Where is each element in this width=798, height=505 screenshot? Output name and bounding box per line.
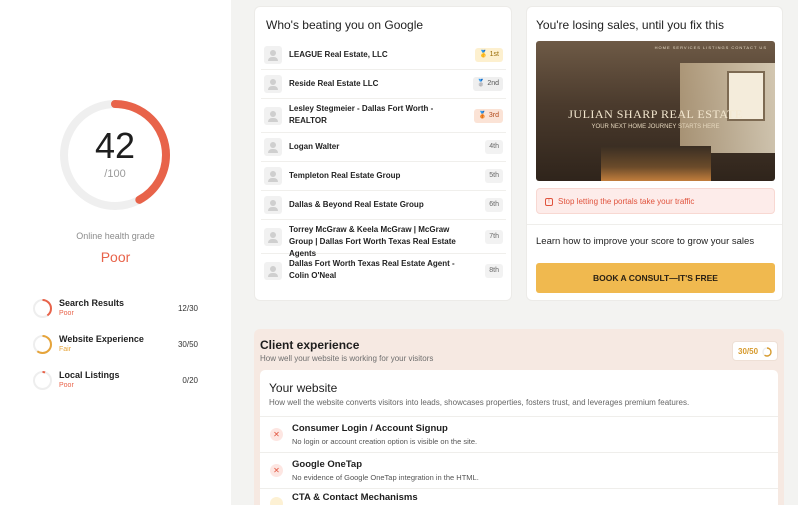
client-experience-score-badge[interactable]: 30/50: [732, 341, 778, 361]
avatar-icon: [264, 107, 282, 125]
bronze-medal-icon: 🥉: [478, 112, 487, 119]
sales-title: You're losing sales, until you fix this: [536, 18, 724, 32]
rank-badge: 5th: [485, 169, 503, 183]
preview-nav: HOME SERVICES LISTINGS CONTACT US: [654, 45, 767, 50]
rank-badge: 8th: [485, 264, 503, 278]
your-website-card: Your website How well the website conver…: [260, 370, 778, 505]
rank-badge: 7th: [485, 230, 503, 244]
check-description: No evidence of Google OneTap integration…: [292, 473, 479, 482]
competitors-title: Who's beating you on Google: [266, 18, 424, 32]
check-title: CTA & Contact Mechanisms: [292, 492, 418, 503]
check-title: Consumer Login / Account Signup: [292, 423, 448, 434]
warning-icon: [270, 497, 283, 505]
competitor-row[interactable]: Logan Walter 4th: [261, 133, 506, 162]
alert-text: Stop letting the portals take your traff…: [558, 197, 695, 206]
client-experience-subtitle: How well your website is working for you…: [260, 354, 434, 363]
rank-badge: 🥉 3rd: [474, 109, 503, 123]
category-website-experience[interactable]: Website Experience Fair 30/50: [32, 334, 202, 356]
avatar-icon: [264, 46, 282, 64]
category-search-results[interactable]: Search Results Poor 12/30: [32, 298, 202, 320]
category-score: 12/30: [177, 304, 198, 313]
competitor-row[interactable]: Reside Real Estate LLC 🥈 2nd: [261, 70, 506, 99]
your-website-title: Your website: [269, 381, 338, 395]
avatar-icon: [264, 196, 282, 214]
category-name: Local Listings: [59, 370, 120, 380]
grade-label: Online health grade: [76, 231, 155, 241]
category-progress-ring: [33, 299, 52, 318]
avatar-icon: [264, 138, 282, 156]
competitor-row[interactable]: Dallas & Beyond Real Estate Group 6th: [261, 191, 506, 220]
competitor-name: Logan Walter: [289, 142, 340, 151]
competitor-name: LEAGUE Real Estate, LLC: [289, 50, 388, 59]
competitor-name: Dallas Fort Worth Texas Real Estate Agen…: [289, 259, 455, 280]
health-score-value: 42: [94, 125, 136, 166]
alert-icon: !: [545, 198, 553, 206]
learn-text: Learn how to improve your score to grow …: [536, 236, 755, 247]
fail-x-icon: ✕: [270, 464, 283, 477]
portal-alert: ! Stop letting the portals take your tra…: [536, 188, 775, 214]
rank-badge: 🥇 1st: [474, 48, 503, 62]
sales-card: You're losing sales, until you fix this …: [526, 6, 783, 301]
avatar-icon: [264, 167, 282, 185]
competitors-card: Who's beating you on Google LEAGUE Real …: [254, 6, 512, 301]
client-experience-title: Client experience: [260, 338, 360, 352]
book-consult-button[interactable]: BOOK A CONSULT—IT'S FREE: [536, 263, 775, 293]
silver-medal-icon: 🥈: [476, 80, 486, 87]
rank-badge: 🥈 2nd: [472, 77, 503, 91]
preview-tagline: YOUR NEXT HOME JOURNEY STARTS HERE: [591, 124, 720, 130]
category-name: Search Results: [59, 298, 125, 308]
grade-value: Poor: [100, 249, 131, 265]
check-title: Google OneTap: [292, 459, 363, 470]
category-status: Fair: [59, 346, 72, 353]
category-score: 30/50: [177, 340, 198, 349]
rank-badge: 6th: [485, 198, 503, 212]
your-website-subtitle: How well the website converts visitors i…: [269, 398, 690, 407]
category-status: Poor: [59, 382, 74, 389]
competitor-row[interactable]: LEAGUE Real Estate, LLC 🥇 1st: [261, 41, 506, 70]
competitor-name: Templeton Real Estate Group: [289, 171, 401, 180]
check-item[interactable]: ✕ Consumer Login / Account Signup No log…: [260, 416, 778, 452]
client-experience-section: Client experience How well your website …: [254, 329, 784, 505]
rank-badge: 4th: [485, 140, 503, 154]
category-progress-ring: [33, 371, 52, 390]
competitor-row[interactable]: Templeton Real Estate Group 5th: [261, 162, 506, 191]
avatar-icon: [264, 262, 282, 280]
category-score: 0/20: [182, 376, 198, 385]
category-name: Website Experience: [59, 334, 144, 344]
competitor-name: Dallas & Beyond Real Estate Group: [289, 200, 424, 209]
gold-medal-icon: 🥇: [478, 51, 488, 58]
divider: [527, 224, 782, 225]
health-score-max: /100: [104, 168, 126, 180]
avatar-icon: [264, 228, 282, 246]
check-description: No login or account creation option is v…: [292, 437, 478, 446]
competitor-row[interactable]: Dallas Fort Worth Texas Real Estate Agen…: [261, 254, 506, 288]
fail-x-icon: ✕: [270, 428, 283, 441]
avatar-icon: [264, 75, 282, 93]
health-panel: 42 /100 Online health grade Poor Search …: [0, 0, 231, 505]
client-experience-score: 30/50: [738, 347, 759, 356]
category-status: Poor: [59, 310, 74, 317]
check-item[interactable]: ✕ Google OneTap No evidence of Google On…: [260, 452, 778, 488]
competitor-name: Reside Real Estate LLC: [289, 79, 379, 88]
preview-brand: JULIAN SHARP REAL ESTATE: [568, 107, 743, 121]
competitor-row[interactable]: Torrey McGraw & Keela McGraw | McGraw Gr…: [261, 220, 506, 258]
website-preview-image: HOME SERVICES LISTINGS CONTACT US JULIAN…: [536, 41, 775, 181]
category-local-listings[interactable]: Local Listings Poor 0/20: [32, 370, 202, 392]
competitor-name: Lesley Stegmeier - Dallas Fort Worth - R…: [289, 104, 434, 125]
competitor-row[interactable]: Lesley Stegmeier - Dallas Fort Worth - R…: [261, 99, 506, 133]
check-item[interactable]: CTA & Contact Mechanisms: [260, 488, 778, 505]
category-progress-ring: [33, 335, 52, 354]
score-ring-icon: [762, 347, 772, 357]
